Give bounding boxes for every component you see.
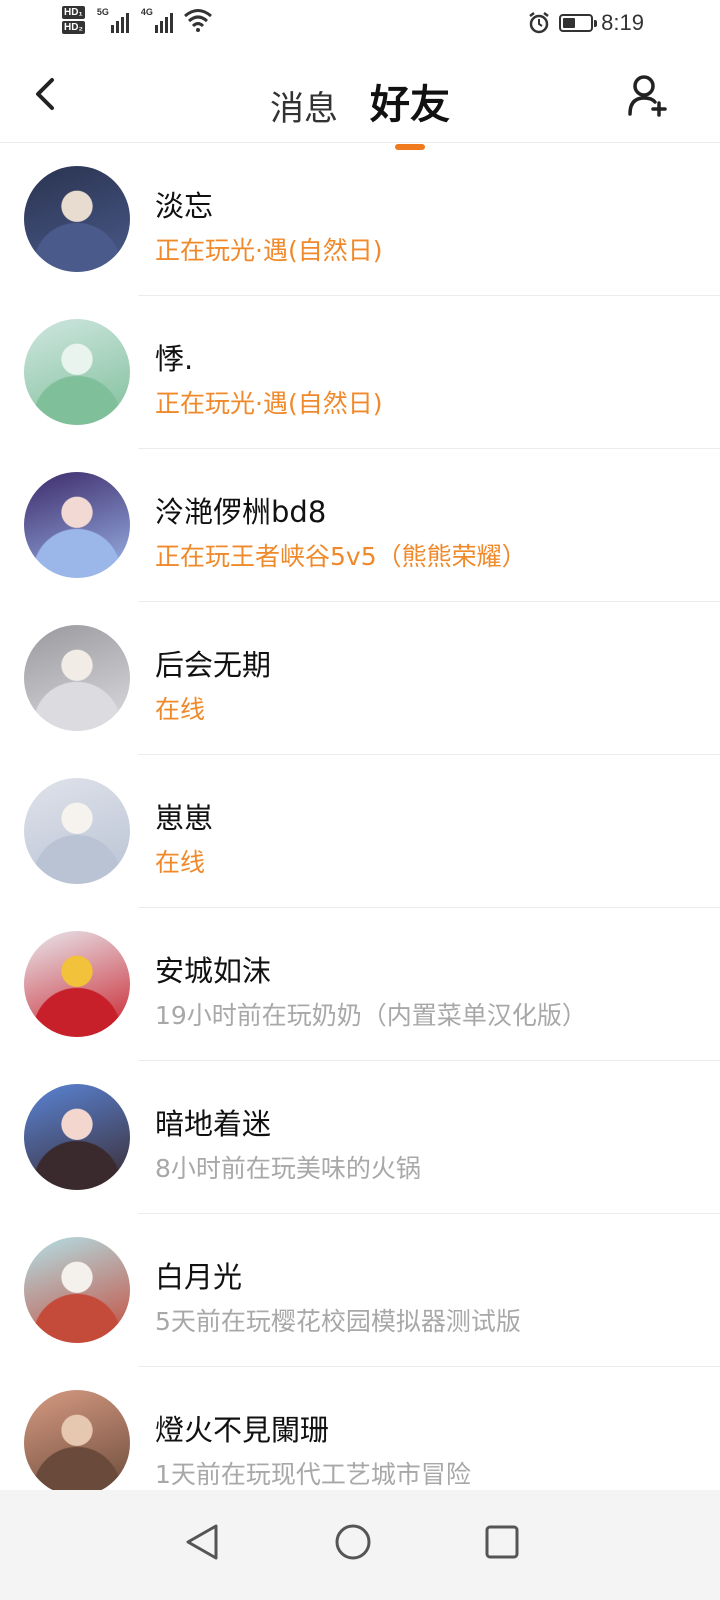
battery-icon <box>559 14 598 32</box>
friend-status: 在线 <box>155 848 206 877</box>
hd-voice-icons: HD₁ HD₂ <box>62 6 85 34</box>
friend-status: 5天前在玩樱花校园模拟器测试版 <box>155 1307 521 1336</box>
avatar[interactable] <box>24 1390 130 1490</box>
friend-row[interactable]: 崽崽 在线 <box>0 755 720 908</box>
avatar[interactable] <box>24 931 130 1037</box>
friend-row[interactable]: 安城如沫 19小时前在玩奶奶（内置菜单汉化版） <box>0 908 720 1061</box>
friend-row[interactable]: 暗地着迷 8小时前在玩美味的火锅 <box>0 1061 720 1214</box>
friend-list[interactable]: 淡忘正在玩光·遇(自然日) 悸. 正在玩光·遇(自然日) 泠滟㑩栦bd8 正在玩王者峡谷… <box>0 143 720 1490</box>
status-bar: HD₁ HD₂ 5G 4G 8:19 <box>0 0 720 50</box>
network-indicators: HD₁ HD₂ 5G 4G <box>62 6 213 34</box>
friend-name: 泠滟㑩栦bd8 <box>155 495 327 529</box>
friend-status: 正在玩光·遇(自然日) <box>155 389 383 418</box>
top-bar: 消息 好友 <box>0 50 720 150</box>
avatar[interactable] <box>24 472 130 578</box>
avatar[interactable] <box>24 625 130 731</box>
friend-status: 正在玩王者峡谷5v5（熊熊荣耀） <box>155 542 527 571</box>
system-nav-bar <box>0 1490 720 1600</box>
friend-name: 后会无期 <box>155 648 272 682</box>
battery-level <box>563 18 576 28</box>
tab-messages-label: 消息 <box>270 89 338 129</box>
friend-name: 悸. <box>155 342 194 376</box>
friend-name: 崽崽 <box>155 801 214 835</box>
friend-row[interactable]: 燈火不見闌珊 1天前在玩现代工艺城市冒险 <box>0 1367 720 1490</box>
signal-5g-label: 5G <box>96 7 109 17</box>
friend-status: 8小时前在玩美味的火锅 <box>155 1154 421 1183</box>
tab-friends[interactable]: 好友 <box>366 72 454 150</box>
nav-home-icon[interactable] <box>323 1512 383 1572</box>
alarm-icon <box>529 12 549 34</box>
friend-status: 1天前在玩现代工艺城市冒险 <box>155 1460 471 1489</box>
clock-time: 8:19 <box>601 10 644 35</box>
friend-name: 燈火不見闌珊 <box>155 1413 330 1447</box>
friend-row[interactable]: 白月光 5天前在玩樱花校园模拟器测试版 <box>0 1214 720 1367</box>
friend-status: 正在玩光·遇(自然日) <box>155 236 383 265</box>
nav-recents-icon[interactable] <box>472 1512 532 1572</box>
avatar[interactable] <box>24 1084 130 1190</box>
friend-status: 19小时前在玩奶奶（内置菜单汉化版） <box>155 1001 587 1030</box>
avatar[interactable] <box>24 319 130 425</box>
tab-bar: 消息 好友 <box>0 72 720 150</box>
nav-back-icon[interactable] <box>172 1512 232 1572</box>
friend-name: 安城如沫 <box>155 954 272 988</box>
friend-status: 在线 <box>155 695 206 724</box>
system-indicators: 8:19 <box>527 10 644 36</box>
signal-4g-label: 4G <box>140 7 153 17</box>
add-friend-icon[interactable] <box>626 72 670 118</box>
friend-row[interactable]: 后会无期 在线 <box>0 602 720 755</box>
friend-name: 白月光 <box>155 1260 243 1294</box>
hd2-badge: HD₂ <box>62 21 85 34</box>
tab-messages[interactable]: 消息 <box>266 81 342 130</box>
friend-row[interactable]: 泠滟㑩栦bd8 正在玩王者峡谷5v5（熊熊荣耀） <box>0 449 720 602</box>
friend-name: 暗地着迷 <box>155 1107 272 1141</box>
friend-row[interactable]: 淡忘正在玩光·遇(自然日) <box>0 143 720 296</box>
tab-friends-label: 好友 <box>370 82 450 128</box>
avatar[interactable] <box>24 1237 130 1343</box>
hd1-badge: HD₁ <box>62 6 85 19</box>
wifi-icon <box>183 9 212 32</box>
signal-4g-icon: 4G <box>141 7 173 33</box>
friend-name: 淡忘 <box>155 189 214 223</box>
friend-row[interactable]: 悸. 正在玩光·遇(自然日) <box>0 296 720 449</box>
signal-5g-icon: 5G <box>97 7 129 33</box>
avatar[interactable] <box>24 166 130 272</box>
avatar[interactable] <box>24 778 130 884</box>
